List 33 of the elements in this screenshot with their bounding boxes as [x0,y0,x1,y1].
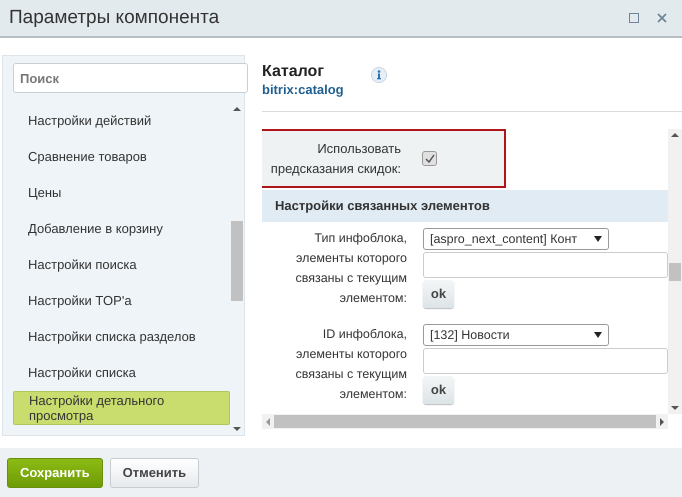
field-label: Тип инфоблока, элементы которого связаны с текущим элементом: [294,230,407,307]
sidebar-item[interactable]: Добавление в корзину [13,211,230,247]
sidebar-item[interactable]: Настройки списка [13,355,230,391]
sidebar-item[interactable]: Настройки детального просмотра [13,391,230,425]
sidebar-item[interactable]: Настройки действий [13,103,230,139]
select-field[interactable]: [aspro_next_content] Конт [423,228,609,250]
dropdown-caret-icon [594,236,602,242]
checkbox[interactable] [422,151,437,166]
option-label: Использовать предсказания скидок: [270,140,401,178]
close-icon[interactable] [657,13,667,23]
ok-button[interactable]: ok [423,280,454,308]
component-code: bitrix:catalog [262,81,344,99]
horizontal-scrollbar[interactable] [262,414,668,429]
field-label: ID инфоблока, элементы которого связаны с текущим элементом: [294,326,407,403]
sidebar-item[interactable]: Настройки списка разделов [13,319,230,355]
sidebar-item[interactable]: Настройки TOP'а [13,283,230,319]
dropdown-caret-icon [594,332,602,338]
info-icon[interactable] [370,67,387,83]
ok-button[interactable]: ok [423,376,454,404]
component-name: Каталог [262,63,325,81]
scrollbar[interactable] [668,129,682,414]
window-title: Параметры компонента [9,6,220,30]
sidebar-item[interactable]: Настройки поиска [13,247,230,283]
cancel-button[interactable]: Отменить [110,458,200,488]
sidebar-item[interactable]: Сравнение товаров [13,139,230,175]
checkmark-icon [424,154,434,164]
maximize-icon[interactable] [629,13,639,23]
input-field[interactable] [423,252,668,278]
select-field[interactable]: [132] Новости [423,324,609,346]
sidebar-item[interactable]: Цены [13,175,230,211]
section-header: Настройки связанных элементов [262,190,668,222]
input-field[interactable] [423,348,668,374]
search-field[interactable]: Поиск [13,63,248,93]
